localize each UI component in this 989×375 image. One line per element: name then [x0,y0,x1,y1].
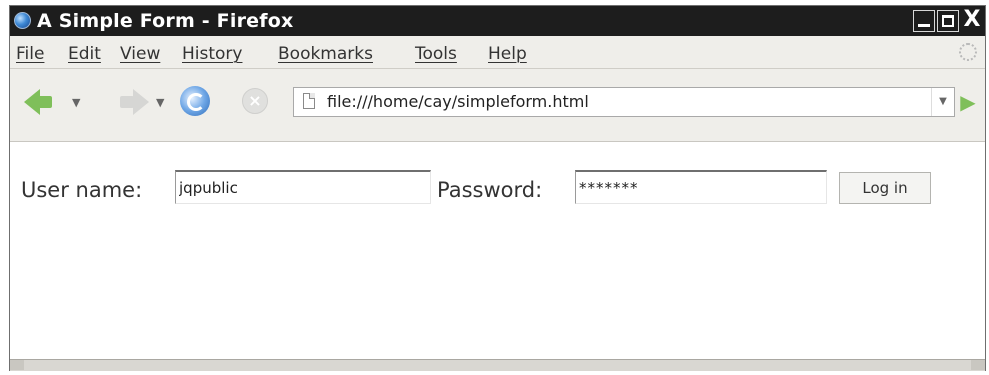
minimize-button[interactable] [913,10,935,32]
menu-bookmarks[interactable]: Bookmarks [278,44,373,64]
scroll-left-button[interactable] [10,360,24,370]
maximize-icon [942,15,954,27]
page-icon [303,93,315,109]
username-input[interactable] [175,170,431,204]
forward-history-dropdown-icon[interactable]: ▼ [156,96,164,109]
login-button[interactable]: Log in [839,172,931,204]
back-arrow-tail [38,96,52,108]
menu-edit[interactable]: Edit [68,44,101,64]
menu-view[interactable]: View [120,44,160,64]
horizontal-scrollbar[interactable] [10,359,985,371]
username-label: User name: [21,178,143,202]
maximize-button[interactable] [937,10,959,32]
menu-tools[interactable]: Tools [415,44,457,64]
menu-history[interactable]: History [182,44,242,64]
forward-arrow-tail [120,96,134,108]
close-button[interactable]: X [961,9,983,32]
stop-icon[interactable]: × [242,88,268,114]
password-label: Password: [437,178,543,202]
menu-bar: File Edit View History Bookmarks Tools H… [10,36,985,69]
minimize-icon [918,24,930,27]
navigation-toolbar: ▼ ▼ × file:///home/cay/simpleform.html ▼… [10,69,985,142]
scroll-right-button[interactable] [971,360,985,370]
activity-throbber-icon [959,43,977,61]
back-history-dropdown-icon[interactable]: ▼ [72,96,80,109]
go-arrow-icon[interactable]: ▶ [956,88,980,116]
window-title: A Simple Form - Firefox [37,10,294,32]
reload-icon[interactable] [180,86,210,116]
password-input[interactable] [575,170,827,204]
menu-file[interactable]: File [16,44,44,64]
page-content: User name: Password: Log in [10,142,985,359]
url-bar[interactable]: file:///home/cay/simpleform.html ▼ [293,87,955,117]
url-dropdown-icon[interactable]: ▼ [931,88,954,116]
forward-arrow-icon[interactable] [133,89,149,115]
url-text[interactable]: file:///home/cay/simpleform.html [327,92,589,111]
menu-help[interactable]: Help [488,44,527,64]
firefox-app-icon [14,12,31,29]
browser-window: A Simple Form - Firefox X File Edit View… [9,5,986,371]
title-bar: A Simple Form - Firefox X [10,6,985,36]
